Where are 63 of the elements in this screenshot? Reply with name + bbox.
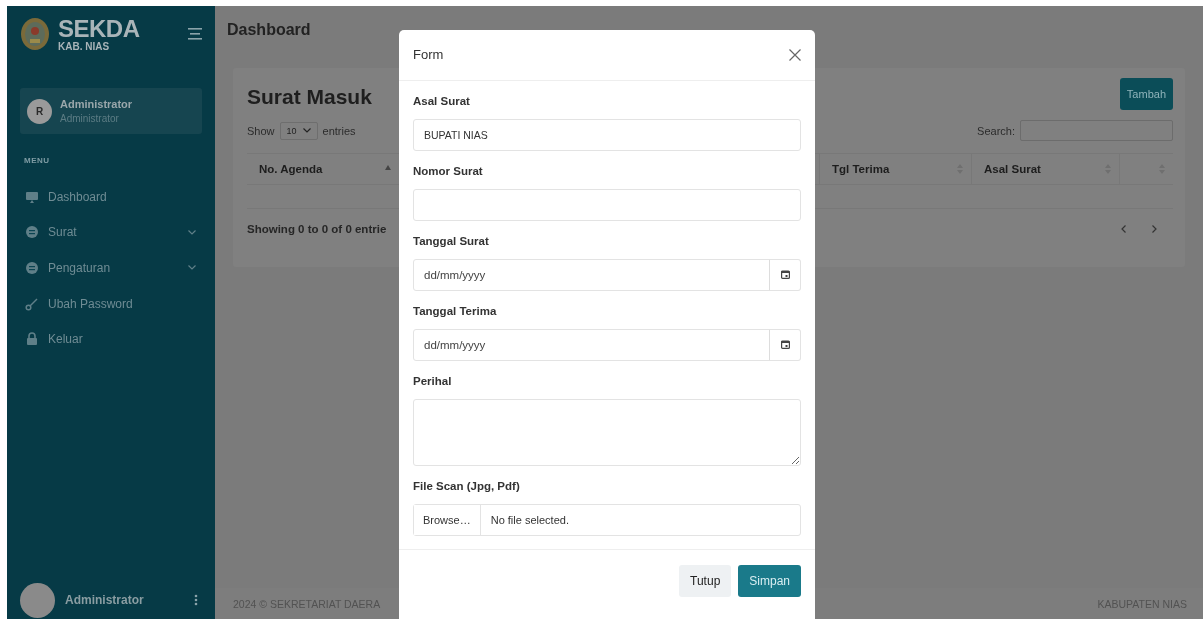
add-button[interactable]: Tambah bbox=[1119, 78, 1173, 110]
file-field[interactable]: Browse… No file selected. bbox=[413, 503, 801, 536]
nav-item[interactable]: Dashboard bbox=[20, 179, 202, 215]
field-label: Tanggal Surat bbox=[413, 233, 490, 248]
menu-icon[interactable] bbox=[188, 27, 202, 41]
input-field[interactable]: BUPATI NIAS bbox=[413, 118, 801, 151]
page-title: Dashboard bbox=[227, 22, 311, 38]
table-info: Showing 0 to 0 of 0 entrie bbox=[247, 223, 387, 235]
chevron-left-icon[interactable] bbox=[1121, 225, 1126, 233]
key-icon bbox=[25, 296, 39, 311]
date-field[interactable]: dd/mm/yyyy bbox=[413, 258, 770, 291]
user-role: Administrator bbox=[60, 113, 120, 124]
column-header[interactable]: Tgl Terima bbox=[832, 163, 890, 175]
calendar-button[interactable] bbox=[769, 258, 801, 291]
close-button[interactable]: Tutup bbox=[679, 564, 732, 597]
avatar: R bbox=[27, 98, 52, 124]
date-field[interactable]: dd/mm/yyyy bbox=[413, 328, 770, 361]
nav-label[interactable]: Dashboard bbox=[48, 189, 196, 204]
chevron-down-icon bbox=[302, 128, 311, 133]
file-status: No file selected. bbox=[490, 513, 569, 526]
chevron-down-icon[interactable] bbox=[188, 265, 196, 271]
calendar-icon bbox=[780, 340, 790, 350]
length-label: Show bbox=[247, 124, 275, 137]
chevron-right-icon[interactable] bbox=[1152, 225, 1157, 233]
nav-item[interactable]: Pengaturan bbox=[20, 250, 202, 286]
card-title: Surat Masuk bbox=[247, 85, 372, 109]
brand-subtitle: KAB. NIAS bbox=[58, 40, 111, 52]
brand-title: SEKDA bbox=[58, 16, 141, 41]
chat-icon bbox=[25, 225, 39, 240]
calendar-icon bbox=[780, 270, 790, 280]
search-label: Search: bbox=[977, 124, 1015, 137]
column-header[interactable]: Asal Surat bbox=[984, 163, 1041, 175]
user-name: Administrator bbox=[60, 98, 133, 110]
chat-icon bbox=[25, 261, 39, 275]
length-label: entries bbox=[322, 124, 356, 137]
monitor-icon bbox=[25, 189, 39, 204]
nav-label[interactable]: Ubah Password bbox=[48, 296, 196, 311]
save-button[interactable]: Simpan bbox=[738, 564, 801, 597]
menu-heading: MENU bbox=[24, 156, 51, 165]
nav-item[interactable]: Surat bbox=[20, 214, 202, 251]
nav-item[interactable]: Ubah Password bbox=[20, 285, 202, 322]
avatar bbox=[20, 582, 55, 618]
calendar-button[interactable] bbox=[769, 328, 801, 361]
field-label: Nomor Surat bbox=[413, 163, 484, 178]
close-icon[interactable] bbox=[789, 48, 801, 61]
nav-label[interactable]: Surat bbox=[48, 225, 179, 240]
field-label: File Scan (Jpg, Pdf) bbox=[413, 478, 521, 493]
nav-item[interactable]: Keluar bbox=[20, 321, 202, 357]
more-icon[interactable] bbox=[194, 594, 198, 606]
page-length-select[interactable]: 10 bbox=[279, 121, 318, 140]
user-name: Administrator bbox=[65, 593, 145, 607]
field-label: Perihal bbox=[413, 373, 453, 388]
chevron-down-icon[interactable] bbox=[188, 229, 196, 235]
nav-label[interactable]: Keluar bbox=[48, 332, 196, 347]
input-field[interactable] bbox=[413, 188, 801, 221]
field-label: Tanggal Terima bbox=[413, 303, 498, 318]
lock-icon bbox=[25, 332, 39, 347]
nav-label[interactable]: Pengaturan bbox=[48, 261, 179, 275]
browse-button[interactable]: Browse… bbox=[414, 504, 481, 535]
dialog-title: Form bbox=[413, 47, 444, 63]
field-label: Asal Surat bbox=[413, 93, 471, 108]
column-header[interactable]: No. Agenda bbox=[259, 163, 323, 175]
emblem-icon bbox=[20, 17, 50, 51]
